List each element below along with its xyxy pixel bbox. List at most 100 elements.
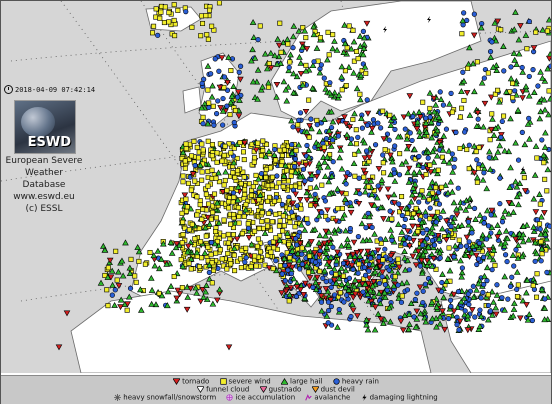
heavy-rain-marker (314, 122, 320, 128)
severe-wind-marker (205, 36, 211, 42)
legend-item-gustnado: gustnado (259, 386, 301, 394)
heavy-rain-marker (235, 94, 241, 100)
severe-wind-marker (238, 181, 244, 187)
legend-item-severe-wind: severe wind (219, 378, 271, 386)
severe-wind-marker (188, 266, 194, 272)
heavy-rain-marker (355, 134, 361, 140)
severe-wind-marker (225, 251, 231, 257)
severe-wind-marker (157, 15, 163, 21)
severe-wind-marker (354, 141, 360, 147)
heavy-rain-marker (499, 118, 505, 125)
heavy-rain-marker (471, 11, 477, 17)
heavy-rain-marker (319, 209, 325, 216)
severe-wind-marker (270, 174, 276, 180)
legend-item-dust-devil: dust devil (311, 386, 355, 394)
heavy-rain-marker (544, 269, 550, 275)
heavy-rain-marker (548, 63, 551, 69)
severe-wind-marker (542, 176, 548, 182)
heavy-rain-marker (392, 126, 398, 133)
severe-wind-marker (231, 194, 237, 200)
heavy-rain-marker (341, 299, 347, 305)
severe-wind-marker (343, 83, 349, 89)
heavy-rain-marker (155, 32, 161, 38)
heavy-rain-marker (282, 278, 288, 284)
heavy-rain-marker (220, 122, 226, 128)
severe-wind-marker (236, 220, 242, 226)
severe-wind-marker (541, 160, 547, 166)
severe-wind-marker (306, 97, 312, 103)
severe-wind-marker (426, 197, 432, 203)
heavy-rain-marker (387, 256, 394, 262)
severe-wind-marker (171, 17, 177, 23)
severe-wind-marker (199, 255, 205, 261)
severe-wind-marker (405, 210, 411, 216)
severe-wind-marker (485, 292, 491, 298)
heavy-rain-marker (297, 266, 303, 272)
heavy-rain-marker (427, 205, 433, 211)
severe-wind-marker (219, 158, 225, 164)
severe-wind-marker (208, 252, 214, 258)
severe-wind-marker (205, 87, 211, 93)
heavy-rain-marker (481, 254, 487, 260)
severe-wind-marker (260, 148, 266, 154)
heavy-rain-marker (465, 219, 471, 225)
heavy-rain-marker (475, 116, 481, 122)
severe-wind-marker (280, 213, 286, 219)
severe-wind-marker (235, 205, 241, 211)
severe-wind-marker (258, 153, 264, 159)
severe-wind-marker (124, 307, 130, 313)
severe-wind-marker (330, 32, 336, 38)
severe-wind-marker (280, 228, 286, 234)
severe-wind-marker (419, 188, 425, 194)
severe-wind-marker (204, 32, 210, 38)
severe-wind-marker (180, 219, 186, 225)
severe-wind-marker (210, 103, 216, 109)
severe-wind-marker (199, 13, 205, 19)
heavy-rain-marker (478, 295, 484, 301)
severe-wind-marker (203, 13, 209, 19)
severe-wind-marker (238, 265, 244, 271)
heavy-rain-marker (424, 227, 430, 233)
severe-wind-marker (259, 210, 265, 216)
heavy-rain-marker (460, 69, 466, 75)
heavy-rain-marker (431, 242, 438, 248)
heavy-rain-marker (504, 258, 510, 265)
severe-wind-marker (128, 256, 134, 262)
heavy-rain-marker (499, 219, 506, 225)
heavy-rain-marker (474, 157, 480, 163)
severe-wind-marker (514, 294, 520, 300)
heavy-rain-marker (462, 129, 468, 135)
logo-text: ESWD (27, 135, 71, 150)
severe-wind-marker (387, 112, 393, 118)
heavy-rain-marker (451, 164, 457, 170)
severe-wind-marker (306, 134, 312, 140)
severe-wind-marker (175, 7, 181, 13)
heavy-rain-marker (355, 270, 361, 276)
heavy-rain-marker (109, 292, 115, 298)
heavy-rain-marker (486, 154, 492, 161)
timestamp-text: 2018-04-09 07:42:14 (15, 85, 96, 94)
severe-wind-marker (225, 231, 231, 237)
severe-wind-marker (180, 173, 186, 179)
severe-wind-marker (232, 107, 238, 113)
heavy-rain-marker (439, 279, 445, 286)
severe-wind-marker (241, 174, 247, 180)
heavy-rain-marker (297, 110, 304, 116)
severe-wind-marker (248, 192, 254, 198)
lightning-bolt-icon (361, 394, 367, 401)
severe-wind-marker (240, 149, 246, 155)
heavy-rain-marker (466, 239, 472, 245)
severe-wind-marker (473, 149, 479, 155)
severe-wind-marker (339, 205, 345, 211)
severe-wind-marker (209, 142, 215, 148)
heavy-rain-marker (485, 302, 492, 309)
severe-wind-marker (226, 199, 232, 205)
heavy-rain-marker (321, 75, 327, 81)
heavy-rain-marker (436, 201, 443, 207)
heavy-rain-marker (406, 267, 413, 273)
severe-wind-marker (162, 4, 168, 10)
heavy-rain-marker (483, 236, 490, 242)
org-url[interactable]: www.eswd.eu (4, 191, 84, 203)
orange-down-triangle-icon (311, 386, 319, 393)
severe-wind-marker (321, 144, 327, 150)
